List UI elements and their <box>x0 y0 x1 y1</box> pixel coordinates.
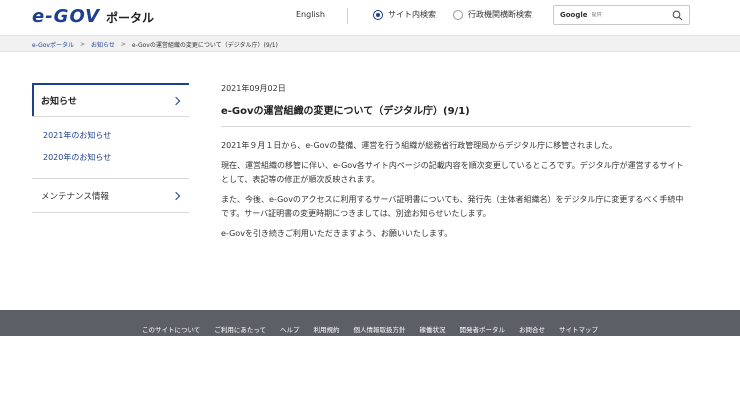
breadcrumb-separator: > <box>79 41 85 48</box>
radio-cross-search-label: 行政機関横断検索 <box>468 10 532 19</box>
breadcrumb-portal[interactable]: e-Govポータル <box>32 40 74 49</box>
breadcrumb-current: e-Govの運営組織の変更について（デジタル庁）(9/1) <box>131 42 278 49</box>
logo-text: ポータル <box>106 10 155 25</box>
radio-cross-search[interactable]: 行政機関横断検索 <box>453 9 532 20</box>
footer-link-privacy[interactable]: 個人情報取扱方針 <box>354 324 406 334</box>
breadcrumb-bar: e-Govポータル > お知らせ > e-Govの運営組織の変更について（デジタ… <box>0 35 740 52</box>
search-box: Google <box>553 5 690 25</box>
radio-checked-icon[interactable] <box>373 9 383 20</box>
search-input[interactable] <box>591 12 662 18</box>
breadcrumb: e-Govポータル > お知らせ > e-Govの運営組織の変更について（デジタ… <box>32 40 278 49</box>
footer-link-sitemap[interactable]: サイトマップ <box>559 324 598 334</box>
sidebar-submenu: 2021年のお知らせ 2020年のお知らせ <box>32 117 189 179</box>
sidebar-item-2020-news[interactable]: 2020年のお知らせ <box>43 147 189 169</box>
article-paragraph: 現在、運営組織の移管に伴い、e-Gov各サイト内ページの記載内容を順次変更してい… <box>221 160 684 185</box>
footer-nav: このサイトについて ご利用にあたって ヘルプ 利用規約 個人情報取扱方針 稼働状… <box>0 324 740 334</box>
radio-site-search[interactable]: サイト内検索 <box>373 9 436 20</box>
footer-link-contact[interactable]: お問合せ <box>519 324 545 334</box>
radio-site-search-label: サイト内検索 <box>388 10 436 19</box>
article-date: 2021年09月02日 <box>221 84 286 93</box>
sidebar-heading: お知らせ <box>41 97 77 107</box>
footer-link-help[interactable]: ヘルプ <box>280 324 300 334</box>
article: 2021年09月02日 e-Govの運営組織の変更について（デジタル庁）(9/1… <box>221 83 691 241</box>
egov-logo[interactable]: e-GOV ポータル <box>32 5 155 27</box>
sidebar-item-news[interactable]: お知らせ <box>32 83 189 117</box>
logo-mark: e-GOV <box>32 5 101 27</box>
breadcrumb-news[interactable]: お知らせ <box>91 40 115 49</box>
sidebar-item-2021-news[interactable]: 2021年のお知らせ <box>43 125 189 147</box>
chevron-right-icon <box>171 191 181 200</box>
footer-link-terms-of-use[interactable]: ご利用にあたって <box>214 324 266 334</box>
footer-link-developer[interactable]: 開発者ポータル <box>460 324 506 334</box>
sidebar-item-maintenance[interactable]: メンテナンス情報 <box>32 179 189 213</box>
article-paragraph: 2021年９月１日から、e-Govの整備、運営を行う組織が総務省行政管理局からデ… <box>221 141 618 150</box>
site-footer: このサイトについて ご利用にあたって ヘルプ 利用規約 個人情報取扱方針 稼働状… <box>0 310 740 336</box>
sidebar-item-label: メンテナンス情報 <box>41 191 109 202</box>
chevron-right-icon <box>171 96 181 105</box>
article-paragraph: また、今後、e-Govのアクセスに利用するサーバ証明書についても、発行先（主体者… <box>221 194 684 219</box>
breadcrumb-separator: > <box>120 41 126 48</box>
footer-link-about[interactable]: このサイトについて <box>142 324 200 334</box>
site-header: e-GOV ポータル English サイト内検索 行政機関横断検索 Googl… <box>0 0 740 32</box>
english-link[interactable]: English <box>296 10 325 19</box>
search-brand: Google <box>560 11 588 19</box>
footer-link-terms[interactable]: 利用規約 <box>314 324 340 334</box>
footer-link-status[interactable]: 稼働状況 <box>420 324 446 334</box>
radio-unchecked-icon[interactable] <box>453 9 463 20</box>
header-divider <box>347 8 348 24</box>
search-icon[interactable] <box>672 10 683 21</box>
article-paragraph: e-Govを引き続きご利用いただきますよう、お願いいたします。 <box>221 228 453 238</box>
sidebar: お知らせ 2021年のお知らせ 2020年のお知らせ メンテナンス情報 <box>32 83 189 213</box>
article-title: e-Govの運営組織の変更について（デジタル庁）(9/1) <box>221 102 691 127</box>
